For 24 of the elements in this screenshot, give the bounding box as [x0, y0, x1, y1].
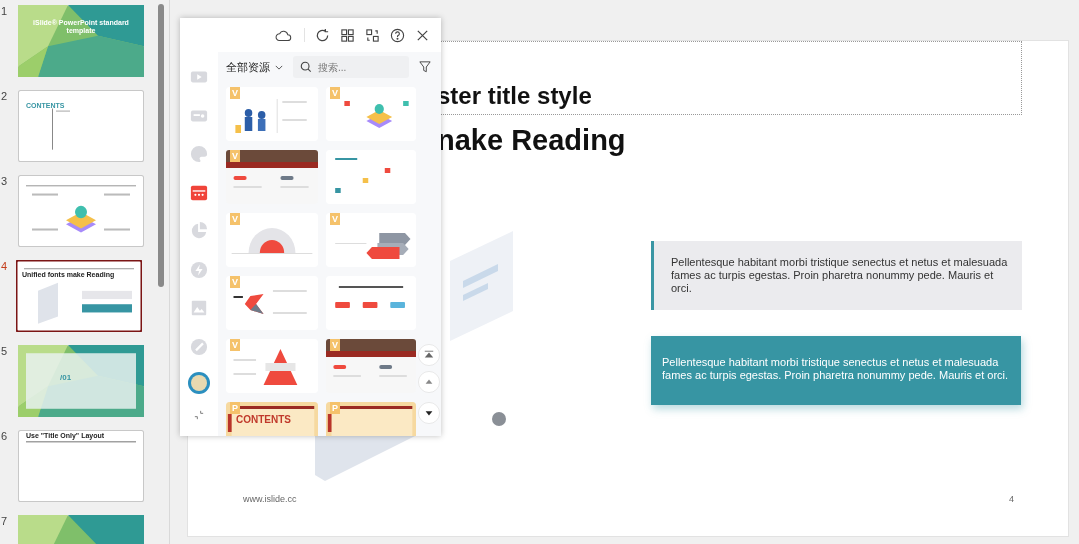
page-number: 4	[1009, 494, 1014, 504]
tile-badge: P	[330, 402, 340, 414]
tile-badge: V	[330, 213, 340, 225]
tile-badge: V	[230, 150, 240, 162]
slide-number: 6	[0, 430, 9, 442]
tile-badge: P	[230, 402, 240, 414]
tile-badge: V	[330, 87, 340, 99]
search-field[interactable]: 搜索...	[293, 56, 409, 78]
tile-badge: V	[230, 213, 240, 225]
quote-box: Pellentesque habitant morbi tristique senectus et netus et malesuada fames ac turpis egestas. Proin pharetra nonummy pede. Mauris et orci.	[651, 241, 1022, 310]
thumbnail-caption: /01	[60, 373, 72, 382]
slide-number: 4	[0, 260, 9, 272]
slide-number: 2	[0, 90, 9, 102]
tile-badge: V	[330, 339, 340, 351]
slide-number: 1	[0, 5, 9, 17]
tile-badge: V	[230, 276, 240, 288]
tile-badge: V	[230, 87, 240, 99]
highlight-box: Pellentesque habitant morbi tristique senectus et netus et malesuada fames ac turpis egestas. Proin pharetra nonummy pede. Mauris et orci.	[651, 336, 1021, 405]
tile-title: CONTENTS	[236, 414, 291, 425]
slide-number: 5	[0, 345, 9, 357]
tile-badge: V	[230, 339, 240, 351]
category-dropdown[interactable]: 全部资源	[226, 59, 283, 75]
slide-number: 7	[0, 515, 9, 527]
slide-number: 3	[0, 175, 9, 187]
